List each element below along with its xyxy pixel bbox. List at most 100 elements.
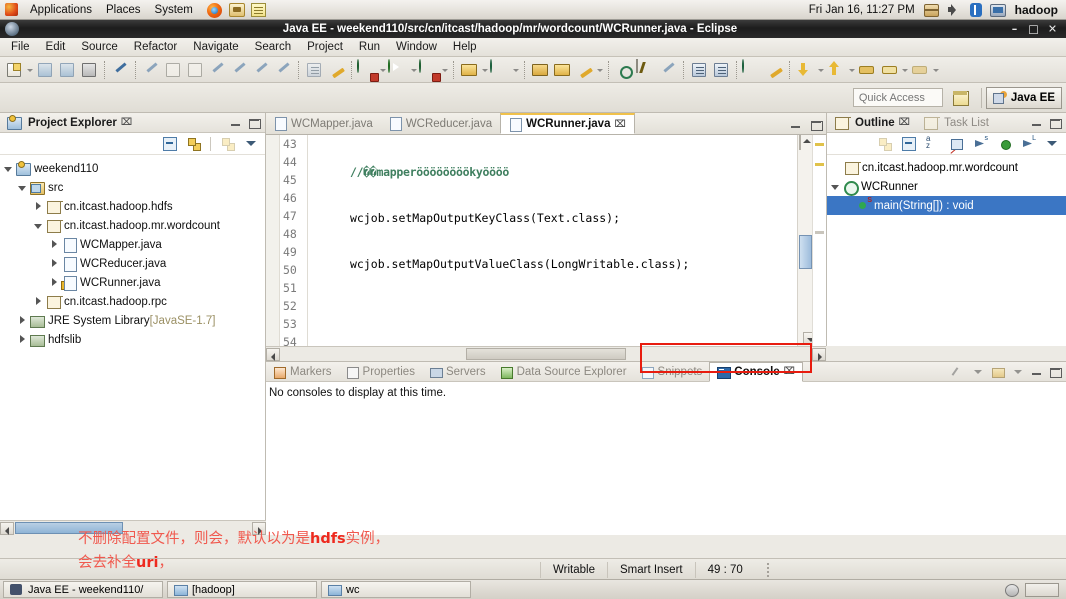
twisty-icon[interactable] (32, 292, 45, 311)
twisty-icon[interactable] (16, 311, 29, 330)
open-type-icon[interactable] (530, 60, 550, 80)
code-editor[interactable]: 43 44 45 46 47 48 49 50 51 52 53 54 //��… (266, 135, 826, 346)
clock[interactable]: Fri Jan 16, 11:27 PM (803, 4, 921, 16)
collapse-all-icon[interactable] (901, 136, 916, 151)
menu-run[interactable]: Run (351, 40, 388, 54)
step-return-button[interactable] (251, 60, 271, 80)
run-dropdown-icon[interactable] (409, 60, 418, 80)
toggle-mark-occurrences-icon[interactable] (636, 58, 656, 80)
twisty-icon[interactable] (48, 235, 61, 254)
list-button[interactable] (304, 60, 324, 80)
back-icon[interactable] (857, 60, 877, 80)
overview-marker[interactable] (815, 143, 824, 146)
tab-servers[interactable]: Servers (422, 362, 493, 382)
firefox-icon[interactable] (206, 2, 224, 18)
twisty-icon[interactable] (16, 330, 29, 349)
run-button[interactable] (388, 58, 408, 80)
menu-applications[interactable]: Applications (23, 0, 99, 20)
menu-window[interactable]: Window (388, 40, 445, 54)
user-menu[interactable]: hadoop (1009, 3, 1066, 17)
network-icon[interactable] (989, 2, 1007, 18)
twisty-icon[interactable] (48, 254, 61, 273)
console-content[interactable]: No consoles to display at this time. (266, 382, 1066, 536)
previous-annotation-dropdown-icon[interactable] (847, 60, 856, 80)
hide-static-icon[interactable] (973, 135, 989, 151)
undo-icon[interactable] (910, 60, 930, 80)
close-icon[interactable]: ⌧ (614, 119, 626, 130)
tree-item-jre-system-library[interactable]: JRE System Library [JavaSE-1.7] (16, 311, 265, 330)
new-class-icon[interactable] (490, 58, 510, 80)
display-selected-console-icon[interactable] (971, 365, 985, 378)
menu-places[interactable]: Places (99, 0, 148, 20)
tree-item-cn-itcast-hadoop-mr-wordcount[interactable]: cn.itcast.hadoop.mr.wordcount (32, 216, 265, 235)
sort-icon[interactable] (925, 134, 940, 151)
maximize-view-icon[interactable] (1049, 366, 1062, 378)
pin-console-icon[interactable] (951, 365, 965, 378)
outline-item-main-method[interactable]: main(String[]) : void (827, 196, 1066, 215)
menu-refactor[interactable]: Refactor (126, 40, 185, 54)
status-resize-grip[interactable] (766, 562, 769, 577)
link-with-editor-icon[interactable] (186, 136, 201, 151)
suspend-button[interactable] (163, 60, 183, 80)
open-resource-icon[interactable] (552, 60, 572, 80)
debug-config-icon[interactable] (326, 60, 346, 80)
view-menu-icon[interactable] (244, 136, 259, 151)
close-icon[interactable]: ⌧ (899, 117, 911, 128)
code-line-46[interactable] (310, 301, 796, 319)
minimize-view-icon[interactable] (1031, 366, 1043, 378)
tree-item-weekend110[interactable]: weekend110 (2, 159, 265, 178)
editor-vertical-scrollbar[interactable] (797, 135, 816, 346)
twisty-icon[interactable] (32, 216, 45, 235)
perspective-java-ee-button[interactable]: Java EE (985, 86, 1062, 109)
overview-marker[interactable] (815, 163, 824, 166)
tree-item-wcmapper-java[interactable]: WCMapper.java (48, 235, 265, 254)
step-into-button[interactable] (207, 60, 227, 80)
tree-item-src[interactable]: src (16, 178, 265, 197)
minimize-view-icon[interactable] (230, 117, 242, 129)
tab-outline[interactable]: Outline ⌧ (827, 113, 916, 133)
show-whitespace-icon[interactable] (689, 60, 709, 80)
view-menu-icon[interactable] (1045, 136, 1060, 151)
close-icon[interactable]: ⌧ (121, 117, 133, 128)
tab-markers[interactable]: Markers (266, 362, 339, 382)
open-console-dropdown-icon[interactable] (1011, 365, 1025, 378)
open-console-icon[interactable] (991, 365, 1005, 378)
scrollbar-thumb[interactable] (799, 235, 812, 269)
bluetooth-icon[interactable] (967, 2, 985, 18)
twisty-icon[interactable] (16, 178, 29, 197)
tab-project-explorer[interactable]: Project Explorer ⌧ (0, 113, 138, 133)
code-line-45[interactable]: wcjob.setMapOutputValueClass(LongWritabl… (310, 255, 796, 273)
pin-icon[interactable] (574, 60, 594, 80)
taskbar-item-hadoop[interactable]: [hadoop] (167, 581, 317, 598)
new-class-dropdown-icon[interactable] (511, 60, 520, 80)
twisty-icon[interactable] (32, 197, 45, 216)
pin-dropdown-icon[interactable] (595, 60, 604, 80)
show-desktop-icon[interactable] (1003, 583, 1019, 597)
menu-navigate[interactable]: Navigate (185, 40, 246, 54)
next-annotation-icon[interactable] (795, 60, 815, 80)
tab-data-source-explorer[interactable]: Data Source Explorer (493, 362, 634, 382)
tree-item-cn-itcast-hadoop-hdfs[interactable]: cn.itcast.hadoop.hdfs (32, 197, 265, 216)
new-button[interactable] (4, 60, 24, 80)
save-button[interactable] (35, 60, 55, 80)
outline-item-package[interactable]: cn.itcast.hadoop.mr.wordcount (827, 158, 1066, 177)
terminate-button[interactable] (185, 60, 205, 80)
print-button[interactable] (79, 60, 99, 80)
debug-dropdown-icon[interactable] (378, 60, 387, 80)
java-project-dropdown-icon[interactable] (480, 60, 489, 80)
search-icon[interactable] (614, 60, 634, 80)
menu-help[interactable]: Help (445, 40, 485, 54)
block-selection-icon[interactable] (711, 60, 731, 80)
scroll-up-icon[interactable] (799, 135, 801, 150)
scroll-left-icon[interactable] (0, 521, 14, 535)
code-line-44[interactable]: wcjob.setMapOutputKeyClass(Text.class); (310, 209, 796, 227)
forward-dropdown-icon[interactable] (900, 60, 909, 80)
maximize-view-icon[interactable] (1049, 117, 1062, 129)
menu-edit[interactable]: Edit (38, 40, 74, 54)
menu-search[interactable]: Search (247, 40, 299, 54)
tab-task-list[interactable]: Task List (916, 113, 995, 133)
menu-project[interactable]: Project (299, 40, 351, 54)
twisty-icon[interactable] (48, 273, 61, 292)
tree-item-wcreducer-java[interactable]: WCReducer.java (48, 254, 265, 273)
twisty-icon[interactable] (829, 177, 842, 196)
